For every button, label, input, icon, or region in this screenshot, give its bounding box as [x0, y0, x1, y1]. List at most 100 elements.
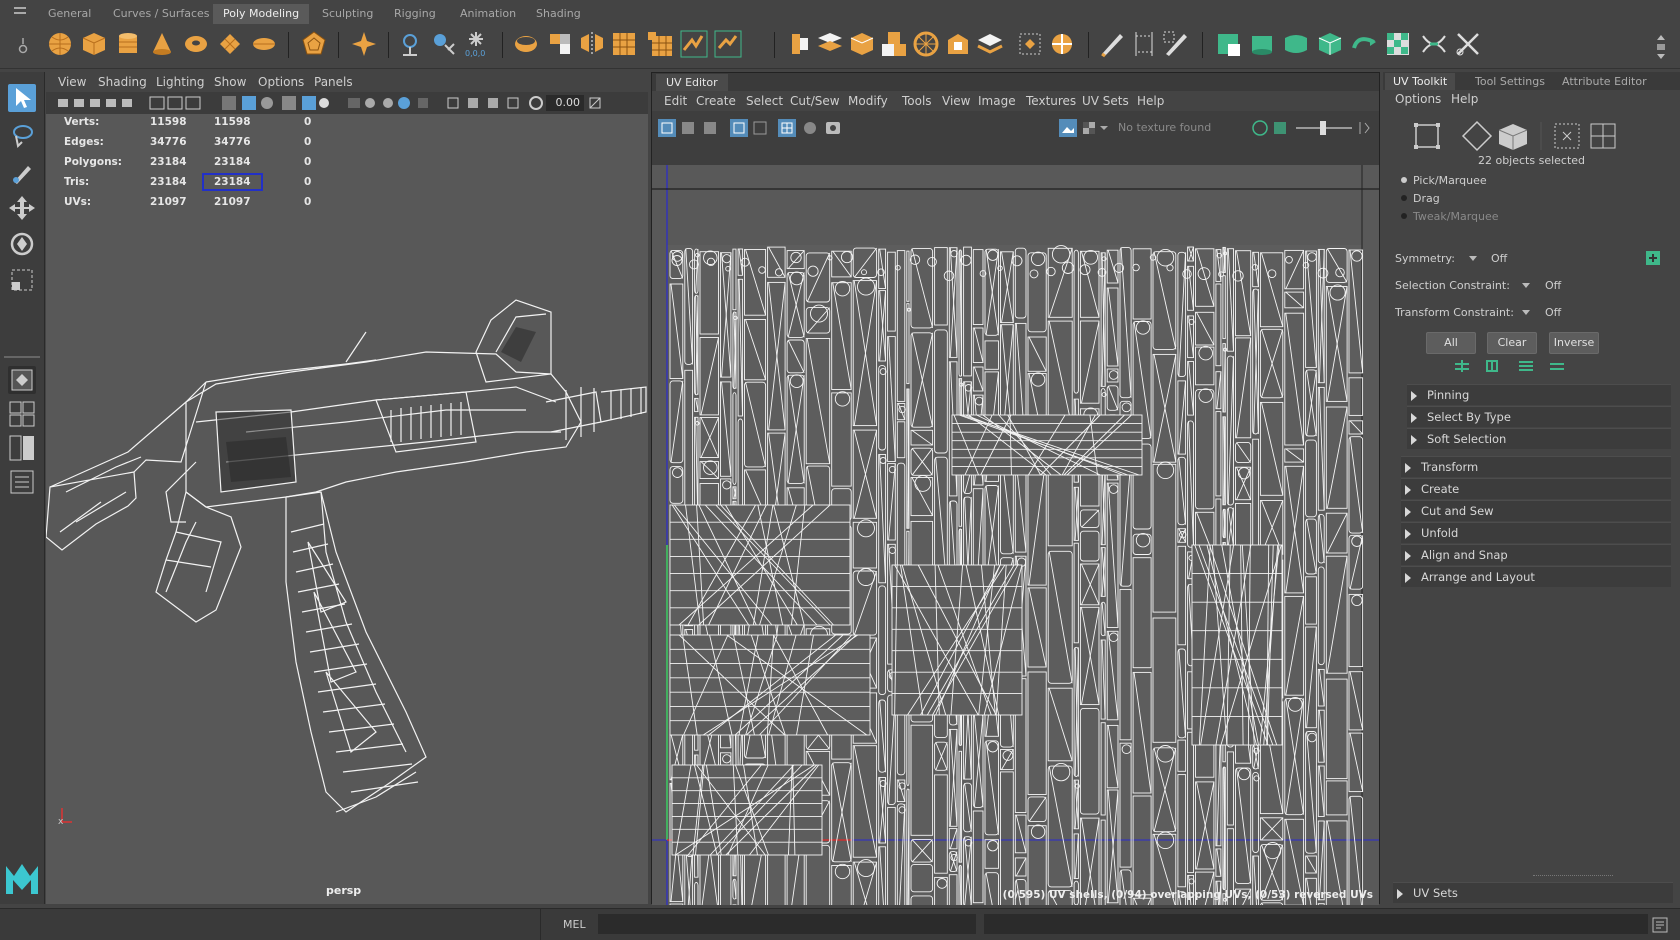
- four-view-layout-icon[interactable]: [8, 400, 36, 428]
- bevel-icon[interactable]: [848, 30, 876, 58]
- uv-menu-item[interactable]: Image: [978, 94, 1016, 108]
- script-editor-icon[interactable]: [1652, 917, 1668, 933]
- viewport-menu-view[interactable]: View: [58, 75, 86, 89]
- toolkit-menu-options[interactable]: Options: [1395, 92, 1441, 106]
- viewport-menu-lighting[interactable]: Lighting: [156, 75, 205, 89]
- type-tool-icon[interactable]: [430, 30, 458, 58]
- component-mode-icons[interactable]: [1413, 120, 1653, 152]
- uv-editor-tab[interactable]: UV Editor: [656, 74, 728, 91]
- tab-tool-settings[interactable]: Tool Settings: [1467, 73, 1553, 90]
- rotate-tool-icon[interactable]: [8, 230, 36, 258]
- uv-menu-item[interactable]: Select: [746, 94, 783, 108]
- mel-label[interactable]: MEL: [563, 918, 586, 931]
- symmetry-add-icon[interactable]: [1645, 250, 1661, 266]
- unfold-icon[interactable]: [1350, 30, 1378, 58]
- select-tool[interactable]: [8, 84, 36, 112]
- transform-constraint-value[interactable]: Off: [1545, 306, 1561, 319]
- two-view-layout-icon[interactable]: [8, 434, 36, 462]
- grow-shrink-selection-icons[interactable]: [1453, 358, 1583, 374]
- section-create[interactable]: Create: [1401, 478, 1671, 499]
- clear-selection-button[interactable]: Clear: [1487, 332, 1537, 354]
- poly-cylinder-icon[interactable]: [114, 30, 142, 58]
- section-uv-sets[interactable]: UV Sets: [1393, 882, 1673, 903]
- tweak-marquee-radio[interactable]: [1401, 213, 1407, 219]
- cylindrical-map-icon[interactable]: [1248, 30, 1276, 58]
- panel-splitter[interactable]: [1533, 875, 1613, 877]
- selection-constraint-dropdown-icon[interactable]: [1521, 281, 1531, 289]
- shelf-menu-icon[interactable]: [14, 7, 26, 9]
- multi-cut-icon[interactable]: [880, 30, 908, 58]
- shelf-tab-sculpting[interactable]: Sculpting: [312, 4, 383, 24]
- uv-canvas[interactable]: (0/595) UV shells, (0/94) overlapping UV…: [652, 165, 1379, 905]
- single-perspective-layout-icon[interactable]: [8, 366, 36, 394]
- slide-edge-icon[interactable]: [1162, 30, 1190, 58]
- outliner-layout-icon[interactable]: [8, 468, 36, 496]
- viewport-menu-show[interactable]: Show: [214, 75, 246, 89]
- viewport-toolbar-icons[interactable]: [52, 95, 592, 111]
- section-align-and-snap[interactable]: Align and Snap: [1401, 544, 1671, 565]
- uv-menu-item[interactable]: Tools: [902, 94, 932, 108]
- drag-radio[interactable]: [1401, 195, 1407, 201]
- uv-toolbar-image-icons[interactable]: [1059, 119, 1109, 137]
- uv-menu-item[interactable]: View: [942, 94, 970, 108]
- uv-menu-item[interactable]: Modify: [848, 94, 888, 108]
- super-shape-icon[interactable]: [350, 30, 378, 58]
- select-all-button[interactable]: All: [1426, 332, 1476, 354]
- shelf-tab-curves-surfaces[interactable]: Curves / Surfaces: [103, 4, 220, 24]
- sew-uv-icon[interactable]: [1420, 30, 1448, 58]
- bridge-icon[interactable]: [816, 30, 844, 58]
- checker-icon[interactable]: [1384, 30, 1412, 58]
- remesh-icon[interactable]: [680, 30, 708, 58]
- fill-hole-icon[interactable]: [944, 30, 972, 58]
- automatic-map-icon[interactable]: [1316, 30, 1344, 58]
- lasso-tool-icon[interactable]: [8, 122, 36, 150]
- section-transform[interactable]: Transform: [1401, 456, 1671, 477]
- viewport-menu-panels[interactable]: Panels: [314, 75, 353, 89]
- selection-constraint-value[interactable]: Off: [1545, 279, 1561, 292]
- paint-select-tool-icon[interactable]: [8, 158, 36, 186]
- shelf-tab-shading[interactable]: Shading: [526, 4, 591, 24]
- toolkit-menu-help[interactable]: Help: [1451, 92, 1478, 106]
- uv-toolbar-exposure[interactable]: [1252, 119, 1372, 137]
- gamma-icon[interactable]: [588, 96, 602, 110]
- merge-icon[interactable]: [976, 30, 1004, 58]
- section-soft-selection[interactable]: Soft Selection: [1407, 428, 1671, 449]
- circularize-icon[interactable]: [912, 30, 940, 58]
- move-tool-icon[interactable]: [8, 194, 36, 222]
- pick-marquee-radio[interactable]: [1401, 177, 1407, 183]
- platonic-solid-icon[interactable]: [300, 30, 328, 58]
- draw-icon[interactable]: [1098, 30, 1126, 58]
- uv-menu-item[interactable]: Edit: [664, 94, 687, 108]
- shelf-tab-poly-modeling[interactable]: Poly Modeling: [213, 4, 309, 24]
- uv-menu-item[interactable]: UV Sets: [1082, 94, 1129, 108]
- poly-sphere-icon[interactable]: [46, 30, 74, 58]
- smooth-icon[interactable]: [610, 30, 638, 58]
- separate-icon[interactable]: [546, 30, 574, 58]
- exposure-field[interactable]: 0.00: [546, 95, 584, 111]
- shelf-scroll-icon[interactable]: [1655, 32, 1667, 62]
- uv-menu-item[interactable]: Textures: [1026, 94, 1076, 108]
- quad-draw-icon[interactable]: [1130, 30, 1158, 58]
- gun-wireframe-model[interactable]: [46, 292, 648, 852]
- poly-disc-icon[interactable]: [250, 30, 278, 58]
- reduce-icon[interactable]: [646, 30, 674, 58]
- spherical-map-icon[interactable]: [1282, 30, 1310, 58]
- sweep-mesh-icon[interactable]: [396, 30, 424, 58]
- retopologize-icon[interactable]: [714, 30, 742, 58]
- perspective-viewport[interactable]: View Shading Lighting Show Options Panel…: [46, 72, 648, 904]
- uv-menu-item[interactable]: Help: [1137, 94, 1164, 108]
- planar-map-icon[interactable]: [1214, 30, 1242, 58]
- svg-tool-icon[interactable]: 0,0,0: [462, 30, 490, 58]
- tab-uv-toolkit[interactable]: UV Toolkit: [1385, 73, 1455, 90]
- target-weld-icon[interactable]: [1048, 30, 1076, 58]
- collapse-icon[interactable]: [1016, 30, 1044, 58]
- tab-attribute-editor[interactable]: Attribute Editor: [1554, 73, 1655, 90]
- poly-plane-icon[interactable]: [216, 30, 244, 58]
- section-cut-and-sew[interactable]: Cut and Sew: [1401, 500, 1671, 521]
- shelf-tab-rigging[interactable]: Rigging: [384, 4, 446, 24]
- symmetry-dropdown-icon[interactable]: [1468, 254, 1478, 262]
- section-arrange-and-layout[interactable]: Arrange and Layout: [1401, 566, 1671, 587]
- poly-cone-icon[interactable]: [148, 30, 176, 58]
- shelf-tab-animation[interactable]: Animation: [450, 4, 526, 24]
- section-select-by-type[interactable]: Select By Type: [1407, 406, 1671, 427]
